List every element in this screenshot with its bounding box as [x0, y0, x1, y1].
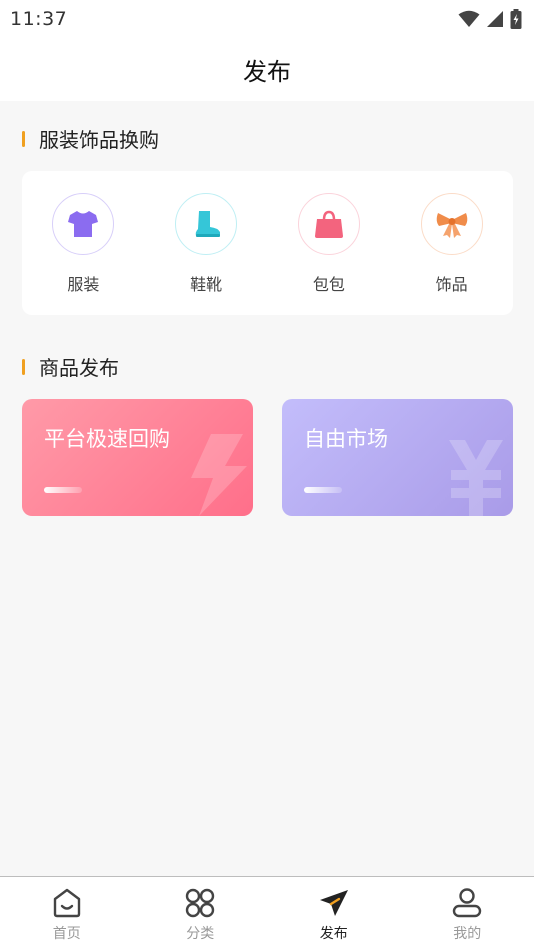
- category-circle: [420, 193, 483, 255]
- category-circle: [297, 193, 360, 255]
- section-accent-bar: [22, 130, 25, 147]
- category-icon: [186, 888, 215, 918]
- category-item-shoes[interactable]: 鞋靴: [156, 193, 256, 295]
- send-icon: [319, 890, 348, 916]
- lightning-icon: [191, 434, 247, 516]
- publish-card-free-market[interactable]: 自由市场: [282, 399, 513, 516]
- category-card: 服装 鞋靴 包包 饰品: [22, 171, 513, 315]
- category-item-clothing[interactable]: 服装: [33, 193, 133, 295]
- publish-card-title: 自由市场: [304, 427, 388, 451]
- tshirt-icon: [68, 211, 99, 237]
- tab-category[interactable]: 分类: [150, 887, 250, 943]
- tab-bar: 首页 分类 发布 我的: [0, 876, 534, 951]
- section-accent-bar: [22, 358, 25, 375]
- status-icons: [458, 9, 522, 29]
- section-publish-label: 商品发布: [39, 356, 119, 380]
- tab-label: 首页: [52, 926, 81, 942]
- category-label: 饰品: [435, 275, 468, 294]
- section-publish-title: 商品发布: [22, 352, 119, 381]
- status-time: 11:37: [10, 8, 68, 30]
- boot-icon: [195, 211, 221, 237]
- category-circle: [175, 193, 238, 255]
- section-exchange-title: 服装饰品换购: [22, 124, 159, 153]
- handbag-icon: [314, 210, 343, 238]
- tab-label: 分类: [186, 926, 215, 942]
- wifi-icon: [458, 10, 480, 27]
- category-label: 服装: [67, 275, 100, 294]
- tab-publish[interactable]: 发布: [284, 887, 384, 943]
- user-icon: [453, 888, 482, 918]
- section-exchange-label: 服装饰品换购: [39, 128, 159, 152]
- tab-mine[interactable]: 我的: [417, 887, 517, 943]
- category-item-accessories[interactable]: 饰品: [402, 193, 502, 295]
- home-icon: [53, 888, 80, 918]
- signal-icon: [487, 11, 503, 27]
- page-title: 发布: [243, 58, 291, 86]
- publish-card-quick-buyback[interactable]: 平台极速回购: [22, 399, 253, 516]
- status-bar: 11:37: [0, 0, 534, 38]
- category-label: 鞋靴: [190, 275, 223, 294]
- yen-icon: [449, 440, 503, 516]
- publish-card-title: 平台极速回购: [44, 427, 170, 451]
- bow-icon: [436, 213, 467, 238]
- header: 发布: [0, 38, 534, 101]
- category-item-bags[interactable]: 包包: [279, 193, 379, 295]
- tab-home[interactable]: 首页: [17, 887, 117, 943]
- publish-card-line: [44, 487, 82, 493]
- category-circle: [52, 193, 115, 255]
- battery-icon: [510, 9, 522, 29]
- tab-label: 我的: [453, 926, 482, 942]
- tab-label: 发布: [319, 926, 348, 942]
- category-label: 包包: [312, 275, 345, 294]
- publish-card-line: [304, 487, 342, 493]
